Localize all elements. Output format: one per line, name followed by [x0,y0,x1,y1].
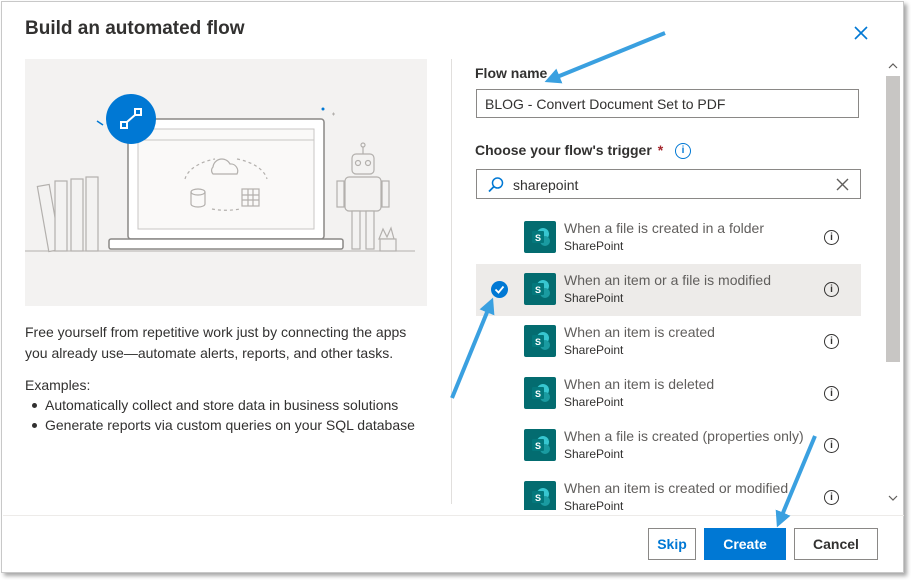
footer-divider [3,515,904,516]
create-button[interactable]: Create [704,528,786,560]
illustration [25,59,427,306]
dialog-description: Free yourself from repetitive work just … [25,324,407,361]
flow-name-label: Flow name [475,65,548,81]
clear-icon[interactable] [836,178,849,191]
trigger-label-row: Choose your flow's trigger * i [475,142,692,160]
info-icon[interactable]: i [675,143,692,160]
sharepoint-icon: S [524,377,556,409]
sharepoint-icon: S [524,481,556,510]
trigger-app: SharePoint [564,499,624,510]
example-item: Generate reports via custom queries on y… [25,416,415,436]
svg-text:S: S [535,337,541,347]
info-icon[interactable]: i [824,386,839,401]
trigger-search-input[interactable] [511,174,825,196]
svg-text:S: S [535,233,541,243]
trigger-label: Choose your flow's trigger [475,142,652,158]
trigger-title: When an item is deleted [564,376,715,392]
build-flow-dialog: Build an automated flow Free yourself fr… [1,1,904,573]
scroll-thumb[interactable] [886,76,900,362]
trigger-list: S When a file is created in a folder Sha… [476,212,861,510]
trigger-option-selected[interactable]: S When an item or a file is modified Sha… [476,264,861,316]
sharepoint-icon: S [524,429,556,461]
skip-button[interactable]: Skip [648,528,696,560]
trigger-app: SharePoint [564,239,624,253]
trigger-title: When a file is created in a folder [564,220,764,236]
trigger-app: SharePoint [564,447,624,461]
panel-divider [451,59,452,504]
laptop-illustration [25,94,415,253]
close-icon[interactable] [851,23,871,43]
trigger-app: SharePoint [564,291,624,305]
checkmark-icon [491,281,508,298]
info-icon[interactable]: i [824,334,839,349]
info-icon[interactable]: i [824,490,839,505]
example-item: Automatically collect and store data in … [25,396,415,416]
sharepoint-icon: S [524,221,556,253]
trigger-title: When an item or a file is modified [564,272,771,288]
scroll-down-icon [888,495,898,501]
info-icon[interactable]: i [824,230,839,245]
trigger-option[interactable]: S When a file is created (properties onl… [476,420,861,472]
examples-list: Automatically collect and store data in … [25,396,415,435]
dialog-title: Build an automated flow [25,18,245,39]
svg-text:S: S [535,441,541,451]
trigger-option[interactable]: S When a file is created in a folder Sha… [476,212,861,264]
info-icon[interactable]: i [824,282,839,297]
sharepoint-icon: S [524,325,556,357]
trigger-title: When an item is created [564,324,715,340]
search-icon [488,177,504,193]
trigger-title: When an item is created or modified [564,480,789,496]
trigger-option[interactable]: S When an item is created SharePoint i [476,316,861,368]
trigger-option[interactable]: S When an item is created or modified Sh… [476,472,861,510]
sharepoint-icon: S [524,273,556,305]
trigger-app: SharePoint [564,343,624,357]
info-icon[interactable]: i [824,438,839,453]
flow-name-input[interactable] [476,89,859,118]
trigger-app: SharePoint [564,395,624,409]
trigger-search-box [476,169,861,199]
examples-heading: Examples: [25,377,91,393]
trigger-title: When a file is created (properties only) [564,428,804,444]
scroll-up-icon [888,63,898,69]
trigger-option[interactable]: S When an item is deleted SharePoint i [476,368,861,420]
cancel-button[interactable]: Cancel [794,528,878,560]
svg-text:S: S [535,493,541,503]
required-marker: * [657,142,664,158]
svg-text:S: S [535,285,541,295]
svg-text:S: S [535,389,541,399]
